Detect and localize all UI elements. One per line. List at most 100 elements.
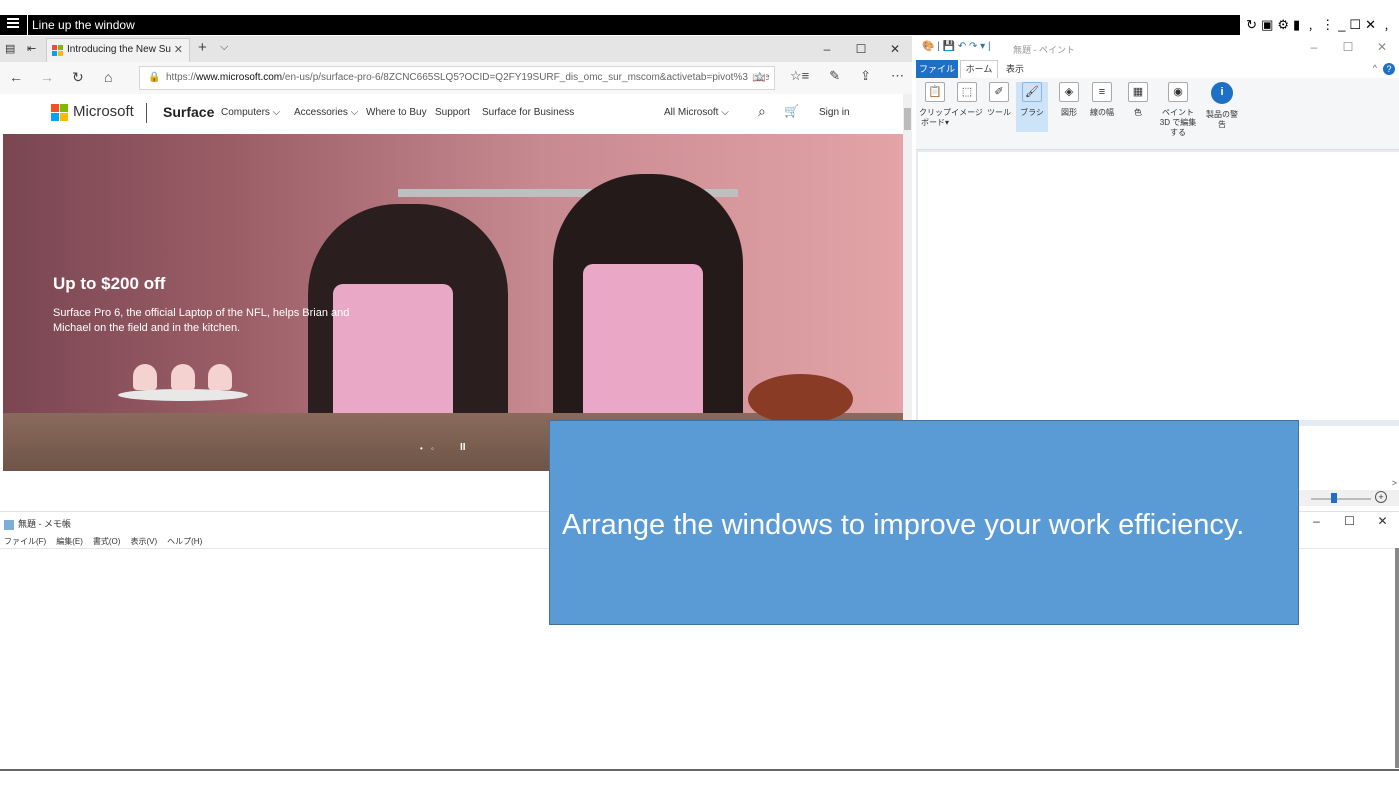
minimize-button[interactable]: – (810, 36, 844, 62)
screen: Line up the window ↻ ▣ ⚙ ▮ ﹐ ⋮ _ ☐ ✕ ﹐ ▤… (0, 0, 1399, 787)
refresh-icon[interactable]: ↻ (1246, 16, 1257, 34)
apron-image (333, 284, 453, 424)
shapes-label: 図形 (1061, 108, 1077, 117)
brush-icon: 🖌 (1022, 82, 1042, 102)
minimize-icon[interactable]: _ (1338, 16, 1345, 34)
line-width-icon: ≡ (1092, 82, 1112, 102)
search-icon[interactable]: ⌕ (758, 103, 766, 120)
brushes-button[interactable]: 🖌 ブラシ (1016, 82, 1048, 132)
tab-preview-icon[interactable]: ▤ (5, 42, 15, 55)
clipboard-icon: 📋 (925, 82, 945, 102)
image-icon: ⬚ (957, 82, 977, 102)
tab-file[interactable]: ファイル (916, 60, 958, 78)
scrollbar-thumb[interactable] (904, 108, 911, 130)
menu-edit[interactable]: 編集(E) (56, 536, 83, 547)
browser-toolbar-icons: ☆≡ ✎ ⇪ ⋯ (790, 68, 904, 84)
new-tab-button[interactable]: + (198, 39, 207, 56)
notepad-scrollbar[interactable] (1395, 548, 1399, 768)
palette-icon: ▦ (1128, 82, 1148, 102)
zoom-in-icon[interactable]: + (1375, 491, 1387, 503)
hamburger-menu-icon[interactable] (7, 18, 19, 20)
cart-icon[interactable]: 🛒 (784, 104, 799, 118)
clipboard-label: クリップボード▾ (919, 108, 951, 127)
menu-file[interactable]: ファイル(F) (4, 536, 46, 547)
forward-button[interactable]: → (40, 69, 54, 85)
tab-home[interactable]: ホーム (960, 60, 998, 78)
refresh-button[interactable]: ↻ (72, 69, 84, 86)
zoom-slider-thumb[interactable] (1331, 493, 1337, 503)
quick-access-toolbar[interactable]: 🎨 | 💾 ↶ ↷ ▾ | (922, 41, 991, 52)
cupcake-image (171, 364, 195, 390)
nav-accessories[interactable]: Accessories ⌵ (294, 107, 358, 118)
nav-surface-for-business[interactable]: Surface for Business (482, 107, 574, 118)
collapse-ribbon-icon[interactable]: ^ (1373, 63, 1377, 73)
settings-icon[interactable]: ⚙ (1277, 16, 1289, 34)
cupcake-image (133, 364, 157, 390)
close-tab-icon[interactable]: ✕ (174, 39, 183, 61)
more-icon[interactable]: ⋯ (891, 68, 904, 84)
notepad-icon (4, 519, 14, 530)
maximize-button[interactable]: ☐ (844, 36, 878, 62)
microsoft-logo-icon[interactable] (51, 104, 69, 122)
url-domain: www.microsoft.com (196, 72, 283, 83)
cake-stand-image (118, 389, 248, 401)
maximize-icon[interactable]: ☐ (1349, 16, 1361, 34)
zoom-slider[interactable] (1311, 498, 1371, 500)
maximize-button[interactable]: ☐ (1331, 40, 1365, 54)
menu-format[interactable]: 書式(O) (93, 536, 121, 547)
close-button[interactable]: ✕ (878, 36, 912, 62)
product-alert-label: 製品の警告 (1206, 110, 1238, 129)
all-microsoft-menu[interactable]: All Microsoft ⌵ (664, 107, 729, 118)
carousel-dots[interactable]: • ◦ (420, 444, 437, 453)
colors-button[interactable]: ▦ 色 (1122, 82, 1154, 118)
drawing-canvas[interactable] (918, 152, 1399, 420)
microsoft-brand-link[interactable]: Microsoft (73, 103, 134, 120)
window-icon[interactable]: ▣ (1261, 16, 1273, 34)
set-aside-tabs-icon[interactable]: ⇤ (27, 42, 36, 55)
home-button[interactable]: ⌂ (104, 69, 112, 85)
carousel-pause-button[interactable]: II (460, 442, 466, 453)
paint-ribbon-tabs: ファイル ホーム 表示 ^ ? (916, 60, 1399, 78)
surface-link[interactable]: Surface (163, 104, 214, 120)
maximize-button[interactable]: ☐ (1333, 514, 1366, 528)
share-icon[interactable]: ⇪ (860, 68, 871, 84)
clipboard-button[interactable]: 📋 クリップボード▾ (919, 82, 951, 128)
sign-in-link[interactable]: Sign in (819, 107, 850, 118)
paint-title: 無題 - ペイント (1013, 45, 1075, 55)
paint-ribbon: 📋 クリップボード▾ ⬚ イメージ ✐ ツール 🖌 ブラシ ◈ 図形 ≡ 線の幅 (916, 78, 1399, 150)
microsoft-logo-icon (52, 45, 63, 56)
tools-label: ツール (987, 108, 1011, 117)
edit-with-paint3d-button[interactable]: ◉ ペイント 3D で編集する (1156, 82, 1200, 138)
comma-icon: ﹐ (1304, 17, 1318, 32)
back-button[interactable]: ← (9, 69, 23, 85)
address-bar[interactable]: 🔒 https://www.microsoft.com/en-us/p/surf… (139, 66, 775, 90)
minimize-button[interactable]: – (1300, 514, 1333, 528)
hero-body: Surface Pro 6, the official Laptop of th… (53, 307, 350, 334)
lock-icon: 🔒 (148, 72, 161, 83)
favorites-hub-icon[interactable]: ☆≡ (790, 68, 809, 84)
nav-computers[interactable]: Computers ⌵ (221, 107, 280, 118)
close-button[interactable]: ✕ (1366, 514, 1399, 528)
tab-introducing-surface[interactable]: Introducing the New Su ✕ (46, 38, 190, 62)
favorite-star-icon[interactable]: ☆ (754, 69, 766, 85)
scroll-right-arrow-icon[interactable]: > (1392, 478, 1397, 488)
menu-view[interactable]: 表示(V) (130, 536, 157, 547)
web-note-icon[interactable]: ✎ (829, 68, 840, 84)
notepad-window-controls: – ☐ ✕ (1300, 514, 1399, 528)
help-icon[interactable]: ? (1383, 63, 1395, 75)
address-toolbar: ← → ↻ ⌂ 🔒 https://www.microsoft.com/en-u… (0, 62, 912, 94)
close-icon[interactable]: ✕ (1365, 16, 1376, 34)
nav-where-to-buy[interactable]: Where to Buy (366, 107, 427, 118)
tools-button[interactable]: ✐ ツール (983, 82, 1015, 118)
nav-support[interactable]: Support (435, 107, 470, 118)
tab-list-chevron-icon[interactable]: ⌵ (220, 41, 228, 54)
close-button[interactable]: ✕ (1365, 40, 1399, 54)
minimize-button[interactable]: – (1297, 40, 1331, 54)
product-alert-button[interactable]: i 製品の警告 (1206, 82, 1238, 130)
image-button[interactable]: ⬚ イメージ (951, 82, 983, 118)
menu-help[interactable]: ヘルプ(H) (167, 536, 202, 547)
tab-view[interactable]: 表示 (1006, 60, 1024, 78)
size-button[interactable]: ≡ 線の幅 (1086, 82, 1118, 118)
shapes-button[interactable]: ◈ 図形 (1053, 82, 1085, 118)
apron-image (583, 264, 703, 424)
